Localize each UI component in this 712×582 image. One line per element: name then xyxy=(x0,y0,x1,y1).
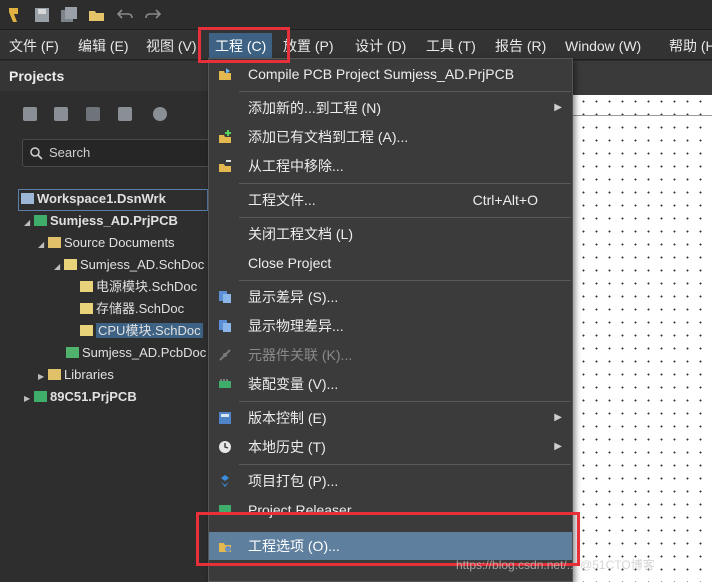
folder-icon xyxy=(48,369,61,380)
remove-icon xyxy=(219,160,231,172)
component-links-icon xyxy=(219,349,231,361)
tree-item-pcbdoc[interactable]: Sumjess_AD.PcbDoc xyxy=(66,342,206,364)
tree-item-project[interactable]: ◢ Sumjess_AD.PrjPCB xyxy=(24,210,178,232)
search-input[interactable]: Search xyxy=(22,139,222,167)
menu-item-version-control[interactable]: 版本控制 (E) ▶ xyxy=(209,404,572,432)
menu-reports[interactable]: 报告 (R) xyxy=(495,35,546,57)
menu-help[interactable]: 帮助 (H) xyxy=(669,35,712,57)
tree-item-libraries[interactable]: ▶ Libraries xyxy=(38,364,114,386)
search-icon xyxy=(30,147,43,160)
tree-item-workspace[interactable]: Workspace1.DsnWrk xyxy=(21,188,166,210)
schematic-icon xyxy=(80,303,93,314)
menu-item-local-history[interactable]: 本地历史 (T) ▶ xyxy=(209,433,572,461)
menu-item-physical-differences[interactable]: 显示物理差异... xyxy=(209,312,572,340)
tree-item-schdoc-cpu[interactable]: CPU模块.SchDoc xyxy=(80,320,203,342)
menu-separator xyxy=(239,91,571,92)
menu-item-compile[interactable]: Compile PCB Project Sumjess_AD.PrjPCB xyxy=(209,60,572,88)
tree-item-project-89c51[interactable]: ▶ 89C51.PrjPCB xyxy=(24,386,137,408)
version-control-icon xyxy=(219,412,231,424)
menu-item-variants[interactable]: 装配变量 (V)... xyxy=(209,370,572,398)
submenu-arrow-icon: ▶ xyxy=(554,441,562,452)
search-placeholder: Search xyxy=(49,145,91,160)
menu-tools[interactable]: 工具 (T) xyxy=(426,35,476,57)
menu-item-close-docs[interactable]: 关闭工程文档 (L) xyxy=(209,220,572,248)
expand-arrow-icon[interactable]: ▶ xyxy=(38,366,48,388)
show-differences-icon xyxy=(219,291,231,303)
sheet-border xyxy=(570,115,712,582)
expand-arrow-icon[interactable]: ◢ xyxy=(24,212,34,234)
app-logo-icon xyxy=(9,8,18,22)
pcb-project-icon xyxy=(34,215,47,226)
menu-item-remove[interactable]: 从工程中移除... xyxy=(209,152,572,180)
project-menu-dropdown: Compile PCB Project Sumjess_AD.PrjPCB 添加… xyxy=(208,58,573,582)
watermark-text: https://blog.csdn.net/... @51CTO博客 xyxy=(456,558,655,572)
submenu-arrow-icon: ▶ xyxy=(554,102,562,113)
menu-item-project-files[interactable]: 工程文件... Ctrl+Alt+O xyxy=(209,186,572,214)
tree-item-schdoc-memory[interactable]: 存储器.SchDoc xyxy=(80,298,184,320)
menu-bar: 文件 (F) 编辑 (E) 视图 (V) 工程 (C) 放置 (P) 设计 (D… xyxy=(0,30,712,60)
gear-icon[interactable] xyxy=(153,107,167,121)
quick-access-toolbar xyxy=(0,0,712,30)
save-all-icon[interactable] xyxy=(60,6,78,24)
menu-file[interactable]: 文件 (F) xyxy=(9,35,59,57)
expand-arrow-icon[interactable]: ◢ xyxy=(38,234,48,256)
workspace-icon xyxy=(21,193,34,204)
menu-window[interactable]: Window (W) xyxy=(565,35,641,57)
menu-edit[interactable]: 编辑 (E) xyxy=(78,35,129,57)
tree-item-schdoc-main[interactable]: ◢ Sumjess_AD.SchDoc xyxy=(54,254,204,276)
submenu-arrow-icon: ▶ xyxy=(554,412,562,423)
local-history-icon xyxy=(219,441,231,453)
menu-item-close-project[interactable]: Close Project xyxy=(209,249,572,277)
expand-arrow-icon[interactable]: ▶ xyxy=(24,388,34,410)
copy-icon[interactable] xyxy=(54,107,68,121)
menu-separator xyxy=(239,401,571,402)
menu-separator xyxy=(239,183,571,184)
pcb-project-icon xyxy=(34,391,47,402)
undo-icon[interactable] xyxy=(116,6,134,24)
schematic-icon xyxy=(80,325,93,336)
menu-separator xyxy=(239,280,571,281)
expand-arrow-icon[interactable]: ◢ xyxy=(54,256,64,278)
annotation-box-menu-project xyxy=(198,27,290,63)
shortcut-label: Ctrl+Alt+O xyxy=(472,192,538,208)
schematic-icon xyxy=(80,281,93,292)
menu-design[interactable]: 设计 (D) xyxy=(355,35,406,57)
folder-icon[interactable] xyxy=(86,107,100,121)
menu-item-add-existing[interactable]: 添加已有文档到工程 (A)... xyxy=(209,123,572,151)
folder-settings-icon[interactable] xyxy=(118,107,132,121)
menu-place[interactable]: 放置 (P) xyxy=(283,35,334,57)
variants-icon xyxy=(219,379,231,388)
tree-item-source-documents[interactable]: ◢ Source Documents xyxy=(38,232,175,254)
menu-item-package[interactable]: 项目打包 (P)... xyxy=(209,467,572,495)
redo-icon[interactable] xyxy=(144,6,162,24)
save-icon[interactable] xyxy=(33,6,51,24)
tree-item-schdoc-power[interactable]: 电源模块.SchDoc xyxy=(80,276,197,298)
menu-separator xyxy=(239,217,571,218)
package-icon xyxy=(221,475,229,487)
menu-view[interactable]: 视图 (V) xyxy=(146,35,197,57)
menu-item-show-differences[interactable]: 显示差异 (S)... xyxy=(209,283,572,311)
menu-separator xyxy=(239,464,571,465)
folder-icon xyxy=(48,237,61,248)
open-folder-icon[interactable] xyxy=(88,6,106,24)
save-icon[interactable] xyxy=(23,107,37,121)
pcb-doc-icon xyxy=(66,347,79,358)
menu-item-add-new[interactable]: 添加新的...到工程 (N) ▶ xyxy=(209,94,572,122)
physical-differences-icon xyxy=(219,320,231,332)
add-existing-icon xyxy=(219,130,231,143)
compile-icon xyxy=(219,68,231,80)
menu-item-component-links: 元器件关联 (K)... xyxy=(209,341,572,369)
schematic-icon xyxy=(64,259,77,270)
